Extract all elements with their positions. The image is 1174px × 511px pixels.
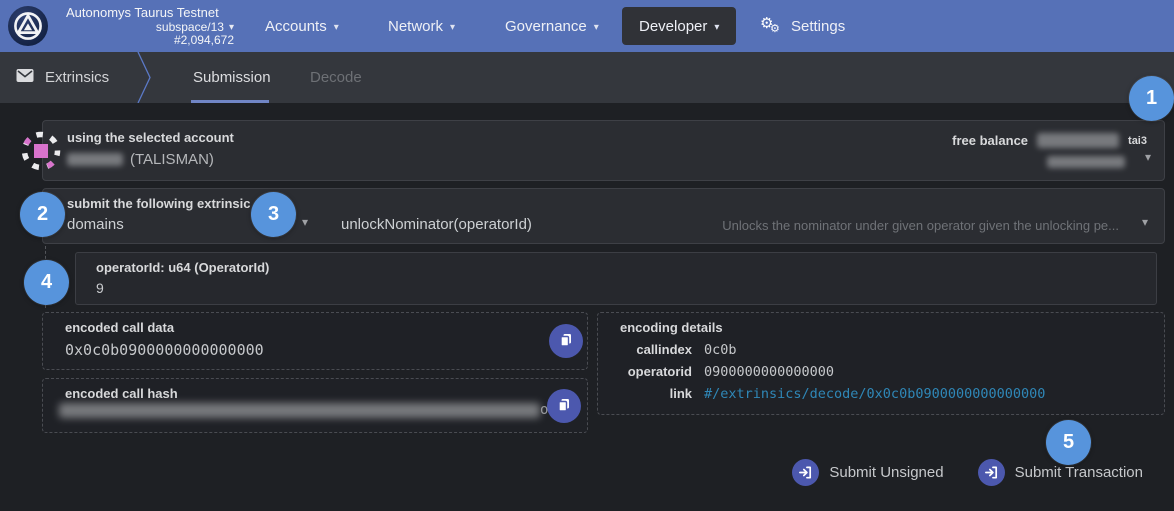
free-balance-label: free balance (952, 133, 1028, 148)
menu-governance-label: Governance (505, 18, 587, 35)
sub-nav-bar: Extrinsics Submission Decode (0, 52, 1174, 103)
chevron-down-icon: ▾ (334, 20, 339, 33)
tab-submission[interactable]: Submission (193, 52, 271, 103)
detail-key-operatorid: operatorid (620, 364, 692, 379)
active-tab-underline (191, 100, 269, 103)
extrinsic-select-row: submit the following extrinsic domains ▾… (42, 188, 1165, 244)
extrinsics-page: Autonomys Taurus Testnet subspace/13▾ #2… (0, 0, 1174, 511)
balance-unit: tai3 (1128, 135, 1147, 147)
chevron-down-icon: ▾ (714, 20, 719, 33)
account-identicon (19, 129, 63, 173)
encoded-call-data-box: encoded call data 0x0c0b0900000000000000 (42, 312, 588, 370)
sign-in-icon (792, 459, 819, 486)
menu-network[interactable]: Network ▾ (388, 0, 455, 52)
method-select[interactable]: unlockNominator(operatorId) (341, 216, 532, 233)
pallet-dropdown-chevron-icon[interactable]: ▾ (302, 215, 308, 229)
submit-unsigned-button[interactable]: Submit Unsigned (792, 459, 943, 486)
decode-link[interactable]: #/extrinsics/decode/0x0c0b09000000000000… (704, 386, 1045, 402)
submit-transaction-label: Submit Transaction (1015, 464, 1143, 481)
operator-id-input[interactable]: 9 (96, 280, 104, 296)
account-dropdown-chevron-icon[interactable]: ▾ (1145, 150, 1151, 164)
best-block-number: #2,094,672 (66, 34, 234, 47)
param-operator-id: operatorId: u64 (OperatorId) 9 (75, 252, 1157, 305)
redacted-balance-value (1037, 133, 1119, 148)
redacted-account-name (67, 153, 123, 166)
redacted-balance-secondary (1047, 156, 1125, 168)
encoding-details-box: encoding details callindex 0c0b operator… (597, 312, 1165, 415)
annotation-mark-3: 3 (251, 192, 296, 237)
encoded-call-data-value: 0x0c0b0900000000000000 (65, 341, 264, 359)
redacted-call-hash (59, 403, 540, 418)
menu-settings[interactable]: ⚙⚙ Settings (760, 0, 845, 52)
menu-governance[interactable]: Governance ▾ (505, 0, 599, 52)
detail-key-callindex: callindex (620, 342, 692, 357)
breadcrumb-chevron-icon (137, 52, 151, 108)
annotation-mark-4: 4 (24, 260, 69, 305)
menu-network-label: Network (388, 18, 443, 35)
menu-developer-active[interactable]: Developer ▾ (622, 7, 736, 45)
copy-call-hash-button[interactable] (547, 389, 581, 423)
method-description: Unlocks the nominator under given operat… (722, 218, 1119, 233)
encoding-details-label: encoding details (620, 320, 723, 335)
chevron-down-icon: ▾ (450, 20, 455, 33)
sign-in-icon (978, 459, 1005, 486)
menu-accounts-label: Accounts (265, 18, 327, 35)
autonomys-logo-icon (8, 6, 48, 46)
annotation-mark-1: 1 (1129, 76, 1174, 121)
account-select-label: using the selected account (67, 130, 234, 145)
account-name-suffix: (TALISMAN) (130, 151, 214, 168)
chain-info: Autonomys Taurus Testnet subspace/13▾ #2… (66, 5, 234, 47)
action-bar: Submit Unsigned Submit Transaction (792, 459, 1143, 486)
method-dropdown-chevron-icon[interactable]: ▾ (1142, 215, 1148, 229)
chain-name: Autonomys Taurus Testnet (66, 5, 234, 21)
account-select[interactable]: using the selected account (TALISMAN) fr… (42, 120, 1165, 181)
breadcrumb-extrinsics: Extrinsics (16, 52, 109, 103)
encoded-call-hash-label: encoded call hash (65, 386, 178, 401)
param-label: operatorId: u64 (OperatorId) (96, 260, 269, 275)
annotation-mark-2: 2 (20, 192, 65, 237)
detail-key-link: link (620, 386, 692, 401)
tab-decode[interactable]: Decode (310, 52, 362, 103)
mail-icon (16, 68, 34, 87)
annotation-mark-5: 5 (1046, 420, 1091, 465)
submit-unsigned-label: Submit Unsigned (829, 464, 943, 481)
copy-call-data-button[interactable] (549, 324, 583, 358)
detail-value-callindex: 0c0b (704, 342, 1045, 358)
menu-settings-label: Settings (791, 18, 845, 35)
top-nav-bar: Autonomys Taurus Testnet subspace/13▾ #2… (0, 0, 1174, 52)
detail-value-operatorid: 0900000000000000 (704, 364, 1045, 380)
encoded-call-hash-box: encoded call hash od3 (42, 378, 588, 433)
copy-icon (558, 332, 574, 351)
menu-accounts[interactable]: Accounts ▾ (265, 0, 339, 52)
section-title: Extrinsics (45, 69, 109, 86)
gears-icon: ⚙⚙ (760, 15, 784, 37)
menu-developer-label: Developer (639, 18, 707, 35)
encoded-call-data-label: encoded call data (65, 320, 174, 335)
pallet-select[interactable]: domains (67, 216, 124, 233)
extrinsic-select-label: submit the following extrinsic (67, 196, 250, 211)
copy-icon (556, 397, 572, 416)
chevron-down-icon: ▾ (594, 20, 599, 33)
